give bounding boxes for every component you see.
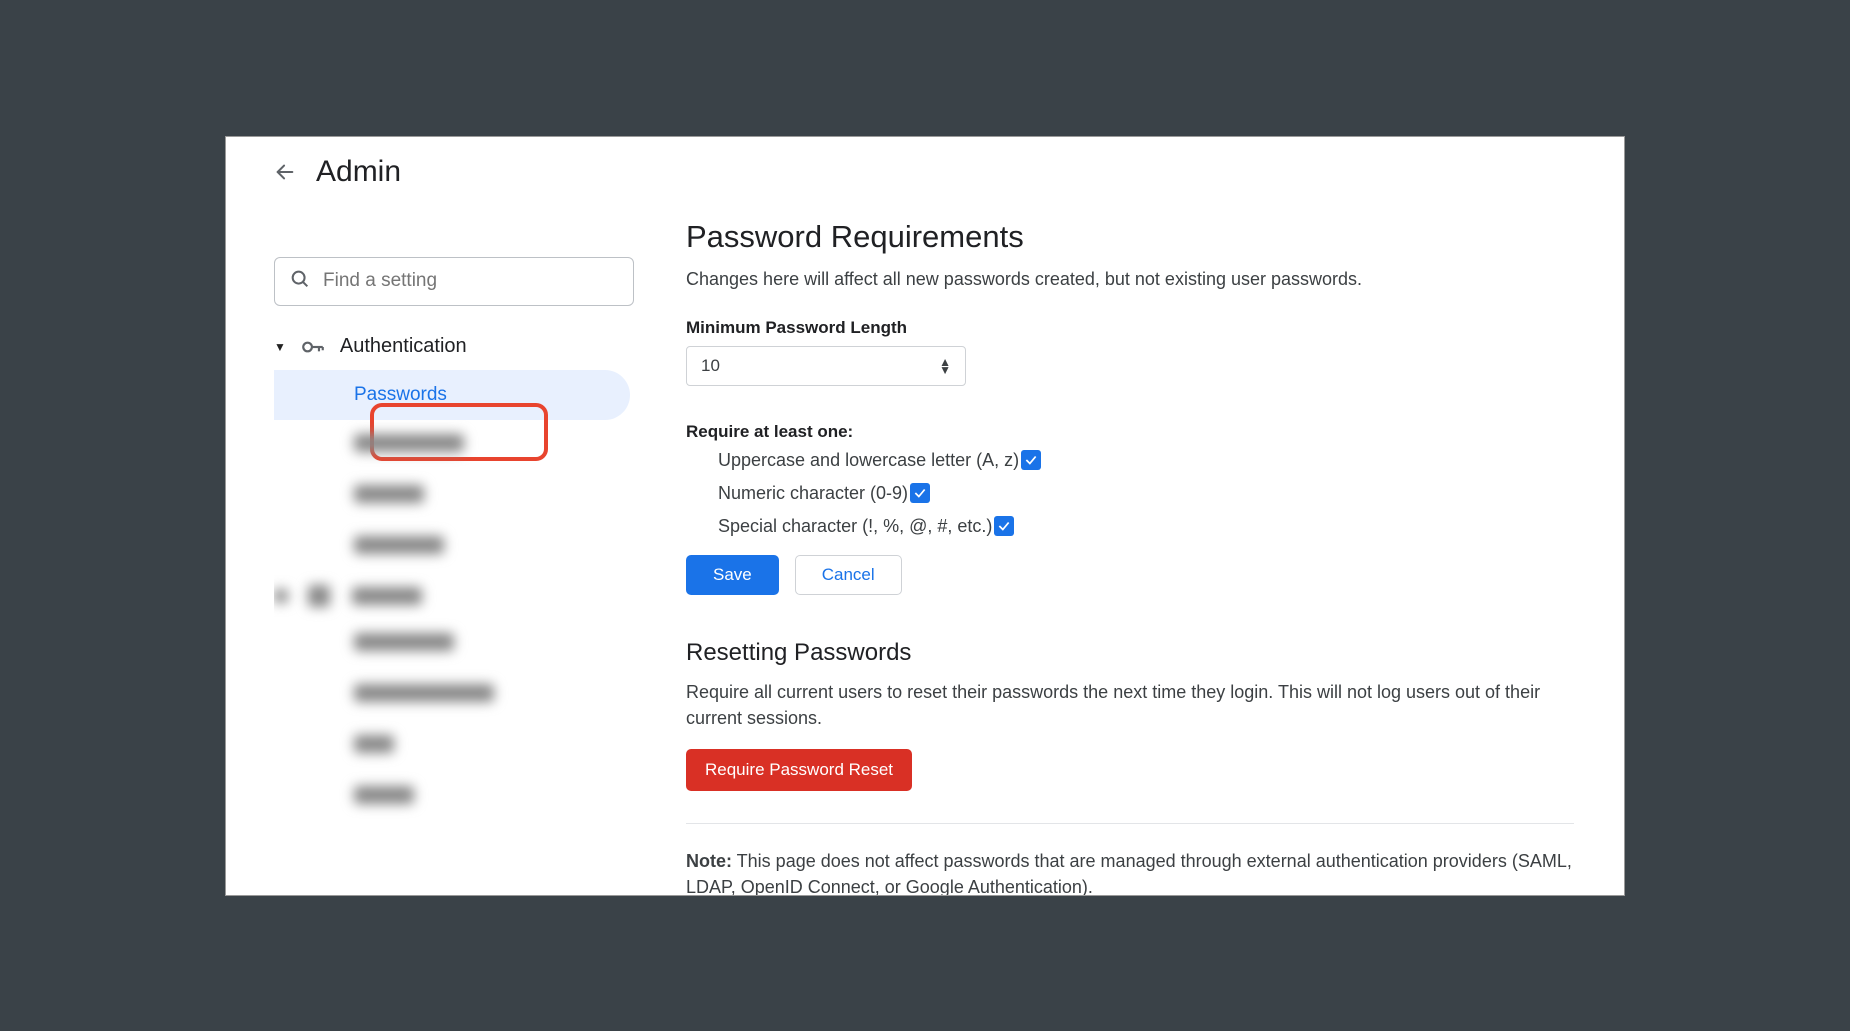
nav-area: ▼ Authentication Passwords bbox=[274, 324, 646, 895]
page-title: Password Requirements bbox=[686, 219, 1574, 255]
requirement-special: Special character (!, %, @, #, etc.) bbox=[686, 516, 1574, 537]
search-wrapper bbox=[274, 257, 634, 306]
cancel-button[interactable]: Cancel bbox=[795, 555, 902, 595]
search-box[interactable] bbox=[274, 257, 634, 306]
nav-item-redacted[interactable] bbox=[274, 670, 640, 721]
nav-section-label: Authentication bbox=[340, 335, 467, 358]
back-arrow-icon[interactable] bbox=[274, 161, 296, 183]
nav-item-redacted[interactable] bbox=[274, 772, 640, 823]
min-length-select[interactable]: 10 ▲▼ bbox=[686, 346, 966, 386]
nav-item-label: Passwords bbox=[354, 384, 447, 405]
nav-item-redacted[interactable] bbox=[274, 522, 640, 573]
min-length-label: Minimum Password Length bbox=[686, 318, 1574, 338]
min-length-value: 10 bbox=[701, 356, 720, 376]
page-app-title: Admin bbox=[316, 155, 401, 189]
save-button[interactable]: Save bbox=[686, 555, 779, 595]
body: ▼ Authentication Passwords bbox=[226, 207, 1624, 895]
nav-item-redacted[interactable] bbox=[274, 471, 640, 522]
checkbox-special[interactable] bbox=[994, 516, 1014, 536]
caret-down-icon: ▼ bbox=[274, 340, 286, 354]
requirement-label: Numeric character (0-9) bbox=[718, 483, 908, 504]
requirement-label: Special character (!, %, @, #, etc.) bbox=[718, 516, 992, 537]
reset-description: Require all current users to reset their… bbox=[686, 679, 1574, 731]
requirement-uppercase: Uppercase and lowercase letter (A, z) bbox=[686, 450, 1574, 471]
reset-title: Resetting Passwords bbox=[686, 639, 1574, 667]
note: Note: This page does not affect password… bbox=[686, 848, 1574, 895]
key-icon bbox=[300, 334, 326, 360]
select-sort-icon: ▲▼ bbox=[939, 358, 951, 374]
require-label: Require at least one: bbox=[686, 422, 1574, 442]
search-icon bbox=[289, 268, 311, 295]
nav-item-passwords[interactable]: Passwords bbox=[274, 370, 630, 420]
requirement-label: Uppercase and lowercase letter (A, z) bbox=[718, 450, 1019, 471]
nav-item-redacted[interactable] bbox=[274, 420, 640, 471]
main-content: Password Requirements Changes here will … bbox=[646, 207, 1624, 895]
button-row: Save Cancel bbox=[686, 555, 1574, 595]
nav-item-redacted[interactable] bbox=[274, 721, 640, 772]
note-text: This page does not affect passwords that… bbox=[686, 851, 1572, 895]
page-description: Changes here will affect all new passwor… bbox=[686, 269, 1574, 290]
divider bbox=[686, 823, 1574, 824]
note-prefix: Note: bbox=[686, 851, 732, 871]
search-input[interactable] bbox=[323, 270, 619, 292]
checkbox-numeric[interactable] bbox=[910, 483, 930, 503]
requirement-numeric: Numeric character (0-9) bbox=[686, 483, 1574, 504]
admin-window: Admin ▼ Authentication bbox=[225, 136, 1625, 896]
nav-item-redacted[interactable] bbox=[274, 619, 640, 670]
require-password-reset-button[interactable]: Require Password Reset bbox=[686, 749, 912, 791]
sidebar: ▼ Authentication Passwords bbox=[226, 207, 646, 895]
checkbox-uppercase[interactable] bbox=[1021, 450, 1041, 470]
header: Admin bbox=[226, 137, 1624, 207]
nav-section-authentication[interactable]: ▼ Authentication bbox=[274, 324, 640, 370]
nav-section-redacted[interactable] bbox=[274, 573, 640, 619]
